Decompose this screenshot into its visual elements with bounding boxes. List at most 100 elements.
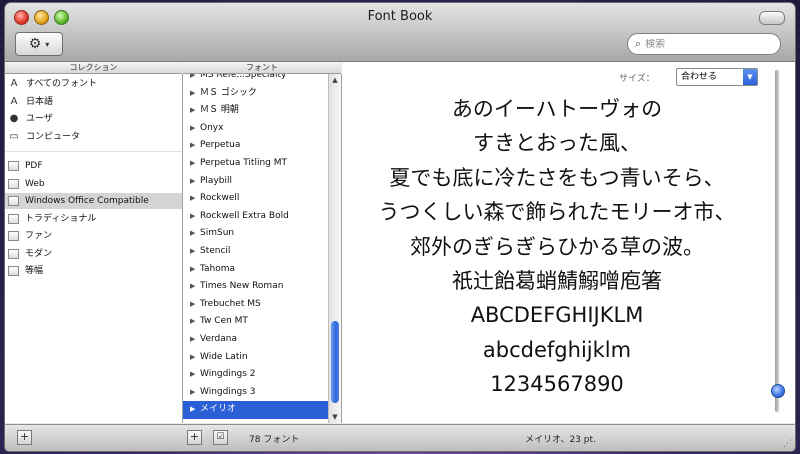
font-list-item[interactable]: ▶ Wide Latin (183, 349, 328, 367)
font-list-item[interactable]: ▶ メイリオ (183, 401, 328, 419)
font-list-item[interactable]: ▶ Wingdings 2 (183, 366, 328, 384)
collection-item-label: モダン (25, 249, 53, 259)
disclosure-triangle-icon[interactable]: ▶ (190, 366, 200, 384)
disclosure-triangle-icon[interactable]: ▶ (190, 120, 200, 138)
action-menu-button[interactable]: ⚙ ▾ (15, 32, 63, 56)
font-list-item-label: Onyx (200, 122, 224, 133)
sample-line: あのイーハトーヴォの (451, 97, 663, 121)
disclosure-triangle-icon[interactable]: ▶ (190, 331, 200, 349)
add-collection-button[interactable]: + (17, 430, 32, 445)
font-list-item[interactable]: ▶ Playbill (183, 173, 328, 191)
disclosure-triangle-icon[interactable]: ▶ (190, 225, 200, 243)
font-list-item[interactable]: ▶ Wingdings 3 (183, 384, 328, 402)
collections-list[interactable]: A すべてのフォント A 日本語 ● ユーザ ▭ コンピュータ PDF Web Windows Of… (5, 74, 183, 423)
font-list-item[interactable]: ▶ Stencil (183, 243, 328, 261)
size-slider-knob[interactable] (771, 384, 785, 398)
collection-item[interactable]: ファン (5, 228, 182, 244)
disclosure-triangle-icon[interactable]: ▶ (190, 173, 200, 191)
font-list-item-label: Trebuchet MS (200, 298, 261, 309)
collection-item-label: すべてのフォント (26, 79, 98, 89)
disclosure-triangle-icon[interactable]: ▶ (190, 208, 200, 226)
collection-item[interactable]: Windows Office Compatible (5, 193, 182, 209)
font-count: 78 フォント (249, 435, 300, 445)
status-text: メイリオ、23 pt. (525, 435, 596, 445)
disclosure-triangle-icon[interactable]: ▶ (190, 261, 200, 279)
collection-item-label: 等幅 (25, 266, 44, 276)
font-book-window: Font Book ⚙ ▾ ⌕ コレクション フォント A すべてのフォント A 日本… (5, 3, 795, 451)
gear-icon: ⚙ (28, 36, 42, 52)
disclosure-triangle-icon[interactable]: ▶ (190, 296, 200, 314)
sample-line: ABCDEFGHIJKLM (470, 303, 644, 328)
collection-item[interactable]: ▭ コンピュータ (5, 129, 182, 145)
collections-header[interactable]: コレクション (5, 62, 182, 74)
font-list-item[interactable]: ▶ Rockwell Extra Bold (183, 208, 328, 226)
chevron-down-icon: ▾ (45, 39, 50, 49)
search-input[interactable] (645, 38, 766, 50)
disclosure-triangle-icon[interactable]: ▶ (190, 278, 200, 296)
font-list-item[interactable]: ▶ MS Refe...Specialty (183, 74, 328, 85)
fonts-header[interactable]: フォント (183, 62, 341, 74)
bottom-bar: + + ☑ 78 フォント メイリオ、23 pt. ⋰ (5, 424, 795, 451)
disclosure-triangle-icon[interactable]: ▶ (190, 243, 200, 261)
search-field[interactable]: ⌕ (627, 33, 781, 55)
collection-item[interactable]: モダン (5, 246, 182, 262)
collection-item[interactable]: A すべてのフォント (5, 76, 182, 92)
resize-grip-icon[interactable]: ⋰ (783, 439, 792, 449)
collection-item[interactable]: 等幅 (5, 263, 182, 279)
font-list-item-label: Tahoma (200, 263, 236, 274)
disclosure-triangle-icon[interactable]: ▶ (190, 102, 200, 120)
fonts-scrollbar-thumb[interactable] (331, 321, 339, 403)
disclosure-triangle-icon[interactable]: ▶ (190, 349, 200, 367)
font-list-item[interactable]: ▶ Tahoma (183, 261, 328, 279)
font-list-item[interactable]: ▶ ＭＳ 明朝 (183, 102, 328, 120)
scroll-up-arrow-icon[interactable]: ▲ (329, 76, 341, 84)
disclosure-triangle-icon[interactable]: ▶ (190, 85, 200, 103)
size-select[interactable]: 合わせる ▼ (676, 68, 758, 86)
font-list-item[interactable]: ▶ Rockwell (183, 190, 328, 208)
collection-item-label: コンピュータ (26, 132, 81, 142)
size-slider[interactable] (771, 70, 785, 420)
disclosure-triangle-icon[interactable]: ▶ (190, 74, 200, 85)
font-list-item-label: ＭＳ ゴシック (200, 87, 257, 98)
font-list-item-label: Wingdings 3 (200, 386, 256, 397)
disclosure-triangle-icon[interactable]: ▶ (190, 155, 200, 173)
collection-item[interactable]: A 日本語 (5, 94, 182, 110)
collection-item[interactable]: PDF (5, 158, 182, 174)
chevron-down-icon: ▼ (743, 69, 757, 85)
sample-line: 祇辻飴葛蛸鯖鰯噌庖箸 (452, 268, 662, 293)
font-icon: A (10, 78, 18, 89)
font-list-item-label: Times New Roman (200, 281, 284, 292)
fonts-scrollbar[interactable]: ▲ ▼ (328, 74, 341, 423)
toolbar-toggle-button[interactable] (759, 11, 785, 25)
font-list-item[interactable]: ▶ Verdana (183, 331, 328, 349)
scroll-down-arrow-icon[interactable]: ▼ (329, 413, 341, 421)
sample-line: 郊外のぎらぎらひかる草の波。 (410, 234, 704, 259)
disclosure-triangle-icon[interactable]: ▶ (190, 384, 200, 402)
font-list-item-label: Wide Latin (200, 351, 248, 362)
disclosure-triangle-icon[interactable]: ▶ (190, 190, 200, 208)
font-list-item-label: Wingdings 2 (200, 369, 256, 380)
document-icon (8, 231, 19, 241)
disable-font-button[interactable]: ☑ (213, 430, 228, 445)
size-slider-track[interactable] (775, 70, 779, 412)
disclosure-triangle-icon[interactable]: ▶ (190, 137, 200, 155)
disclosure-triangle-icon[interactable]: ▶ (190, 401, 200, 419)
add-font-button[interactable]: + (187, 430, 202, 445)
disclosure-triangle-icon[interactable]: ▶ (190, 313, 200, 331)
collection-item[interactable]: ● ユーザ (5, 111, 182, 127)
fonts-list-pane: ▶ MS Refe...Specialty ▶ ＭＳ ゴシック ▶ ＭＳ 明朝 ▶ Onyx ▶… (183, 74, 342, 423)
sample-line: 夏でも底に冷たさをもつ青いそら、 (389, 165, 725, 190)
collection-separator (5, 151, 182, 152)
font-list-item[interactable]: ▶ Tw Cen MT (183, 313, 328, 331)
collection-item-label: ファン (25, 231, 53, 241)
font-list-item[interactable]: ▶ Onyx (183, 120, 328, 138)
collection-item[interactable]: Web (5, 176, 182, 192)
font-list-item[interactable]: ▶ Times New Roman (183, 278, 328, 296)
font-list-item[interactable]: ▶ Perpetua Titling MT (183, 155, 328, 173)
font-list-item[interactable]: ▶ ＭＳ ゴシック (183, 85, 328, 103)
document-icon (8, 179, 19, 189)
font-list-item[interactable]: ▶ Perpetua (183, 137, 328, 155)
font-list-item[interactable]: ▶ SimSun (183, 225, 328, 243)
font-list-item[interactable]: ▶ Trebuchet MS (183, 296, 328, 314)
collection-item[interactable]: トラディショナル (5, 211, 182, 227)
